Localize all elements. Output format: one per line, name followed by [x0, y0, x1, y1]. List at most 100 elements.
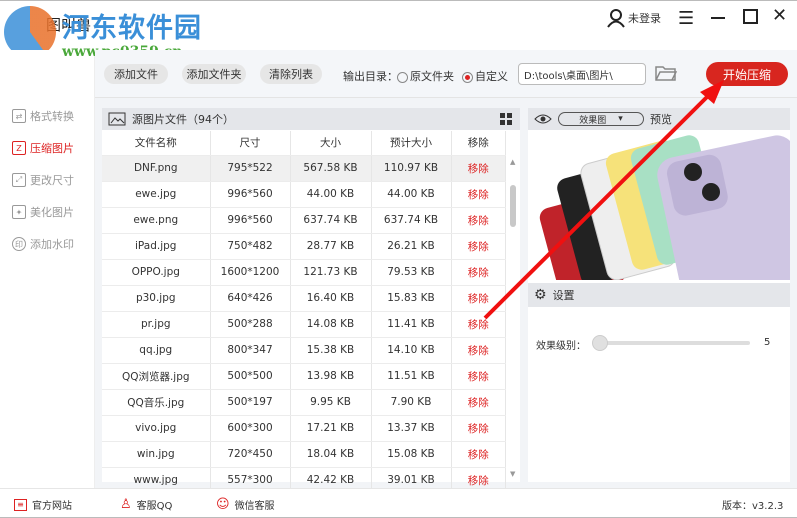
qq-support-link[interactable]: ♙ 客服QQ	[120, 497, 172, 512]
table-cell: 1600*1200	[210, 259, 291, 286]
table-cell: 14.08 KB	[290, 311, 372, 338]
sidebar-item-format[interactable]: ⇄ 格式转换	[12, 108, 74, 124]
preview-mode-select[interactable]: 效果图 ▾	[558, 112, 644, 126]
table-cell: 17.21 KB	[290, 415, 372, 442]
add-file-button[interactable]: 添加文件	[104, 64, 168, 84]
level-label: 效果级别：	[536, 341, 586, 352]
sidebar-item-compress[interactable]: Z 压缩图片	[12, 140, 74, 156]
sidebar-item-beautify[interactable]: ✦ 美化图片	[12, 204, 74, 220]
settings-header: ⚙ 设置	[528, 283, 790, 307]
remove-button[interactable]: 移除	[451, 207, 506, 234]
table-cell: 720*450	[210, 441, 291, 468]
table-cell: 16.40 KB	[290, 285, 372, 312]
table-row[interactable]: QQ浏览器.jpg 500*500 13.98 KB 11.51 KB 移除	[102, 363, 506, 390]
dropdown-icon: ▾	[618, 114, 623, 124]
grid-view-icon[interactable]	[500, 113, 512, 125]
remove-button[interactable]: 移除	[451, 337, 506, 364]
remove-button[interactable]: 移除	[451, 285, 506, 312]
table-cell: OPPO.jpg	[102, 259, 211, 286]
table-cell: 600*300	[210, 415, 291, 442]
clear-list-button[interactable]: 清除列表	[260, 64, 322, 84]
remove-button[interactable]: 移除	[451, 233, 506, 260]
table-cell: 996*560	[210, 207, 291, 234]
official-site-link[interactable]: ≡ 官方网站	[14, 497, 72, 512]
table-cell: 500*288	[210, 311, 291, 338]
table-row[interactable]: p30.jpg 640*426 16.40 KB 15.83 KB 移除	[102, 285, 506, 312]
login-button[interactable]: 未登录	[606, 8, 661, 28]
table-row[interactable]: qq.jpg 800*347 15.38 KB 14.10 KB 移除	[102, 337, 506, 364]
start-compress-button[interactable]: 开始压缩	[706, 62, 788, 86]
remove-button[interactable]: 移除	[451, 181, 506, 208]
table-cell: 996*560	[210, 181, 291, 208]
table-cell: 79.53 KB	[371, 259, 452, 286]
table-cell: 750*482	[210, 233, 291, 260]
table-cell: qq.jpg	[102, 337, 211, 364]
table-cell: vivo.jpg	[102, 415, 211, 442]
remove-button[interactable]: 移除	[451, 155, 506, 182]
table-cell: 637.74 KB	[371, 207, 452, 234]
sidebar: ⇄ 格式转换 Z 压缩图片 ⤢ 更改尺寸 ✦ 美化图片 印添加水印	[0, 50, 95, 488]
table-row[interactable]: pr.jpg 500*288 14.08 KB 11.41 KB 移除	[102, 311, 506, 338]
remove-button[interactable]: 移除	[451, 259, 506, 286]
table-row[interactable]: QQ音乐.jpg 500*197 9.95 KB 7.90 KB 移除	[102, 389, 506, 416]
sidebar-item-resize[interactable]: ⤢ 更改尺寸	[12, 172, 74, 188]
table-cell: 567.58 KB	[290, 155, 372, 182]
menu-icon[interactable]: ☰	[678, 8, 694, 29]
table-row[interactable]: vivo.jpg 600*300 17.21 KB 13.37 KB 移除	[102, 415, 506, 442]
maximize-button[interactable]	[743, 9, 758, 24]
table-row[interactable]: iPad.jpg 750*482 28.77 KB 26.21 KB 移除	[102, 233, 506, 260]
file-table: 文件名称 尺寸 大小 预计大小 移除 DNF.png 795*522 567.58 …	[102, 131, 506, 494]
table-cell: 500*500	[210, 363, 291, 390]
remove-button[interactable]: 移除	[451, 363, 506, 390]
table-cell: 11.51 KB	[371, 363, 452, 390]
table-cell: DNF.png	[102, 155, 211, 182]
remove-button[interactable]: 移除	[451, 441, 506, 468]
preview-image	[528, 130, 790, 280]
level-slider-handle[interactable]	[592, 335, 608, 351]
table-row[interactable]: OPPO.jpg 1600*1200 121.73 KB 79.53 KB 移除	[102, 259, 506, 286]
table-row[interactable]: ewe.png 996*560 637.74 KB 637.74 KB 移除	[102, 207, 506, 234]
remove-button[interactable]: 移除	[451, 389, 506, 416]
close-button[interactable]: ✕	[772, 5, 787, 26]
add-folder-button[interactable]: 添加文件夹	[182, 64, 246, 84]
version-label: 版本：v3.2.3	[722, 501, 784, 512]
table-cell: 637.74 KB	[290, 207, 372, 234]
table-cell: 9.95 KB	[290, 389, 372, 416]
file-list-header: 源图片文件（94个）	[102, 108, 520, 130]
table-cell: p30.jpg	[102, 285, 211, 312]
wechat-support-link[interactable]: ☺ 微信客服	[216, 497, 275, 512]
table-cell: 7.90 KB	[371, 389, 452, 416]
sidebar-item-watermark[interactable]: 印添加水印	[12, 236, 74, 252]
table-cell: 640*426	[210, 285, 291, 312]
scrollbar-thumb[interactable]	[510, 185, 516, 227]
folder-icon[interactable]	[655, 64, 677, 82]
file-list-panel: 源图片文件（94个） 文件名称 尺寸 大小 预计大小 移除 DNF.png 795…	[102, 108, 520, 494]
remove-button[interactable]: 移除	[451, 311, 506, 338]
scroll-up-icon[interactable]: ▲	[510, 158, 515, 166]
table-row[interactable]: ewe.jpg 996*560 44.00 KB 44.00 KB 移除	[102, 181, 506, 208]
table-row[interactable]: win.jpg 720*450 18.04 KB 15.08 KB 移除	[102, 441, 506, 468]
table-cell: 44.00 KB	[371, 181, 452, 208]
table-cell: 800*347	[210, 337, 291, 364]
table-cell: 13.98 KB	[290, 363, 372, 390]
level-slider[interactable]	[596, 341, 750, 345]
table-cell: 13.37 KB	[371, 415, 452, 442]
convert-icon: ⇄	[12, 109, 26, 123]
radio-original[interactable]: 原文件夹	[397, 68, 454, 84]
output-path-input[interactable]	[518, 63, 646, 85]
table-cell: 14.10 KB	[371, 337, 452, 364]
minimize-button[interactable]	[711, 17, 725, 19]
col-name: 文件名称	[102, 131, 211, 156]
scroll-down-icon[interactable]: ▼	[510, 470, 515, 478]
qq-icon: ♙	[120, 497, 132, 512]
eye-icon	[534, 114, 552, 124]
table-cell: 15.83 KB	[371, 285, 452, 312]
resize-icon: ⤢	[12, 173, 26, 187]
remove-button[interactable]: 移除	[451, 415, 506, 442]
radio-custom[interactable]: 自定义	[462, 68, 508, 84]
gear-icon: ⚙	[534, 287, 547, 303]
table-cell: 28.77 KB	[290, 233, 372, 260]
table-cell: ewe.png	[102, 207, 211, 234]
table-row[interactable]: DNF.png 795*522 567.58 KB 110.97 KB 移除	[102, 155, 506, 182]
watermark-title: 河东软件园	[62, 13, 202, 44]
